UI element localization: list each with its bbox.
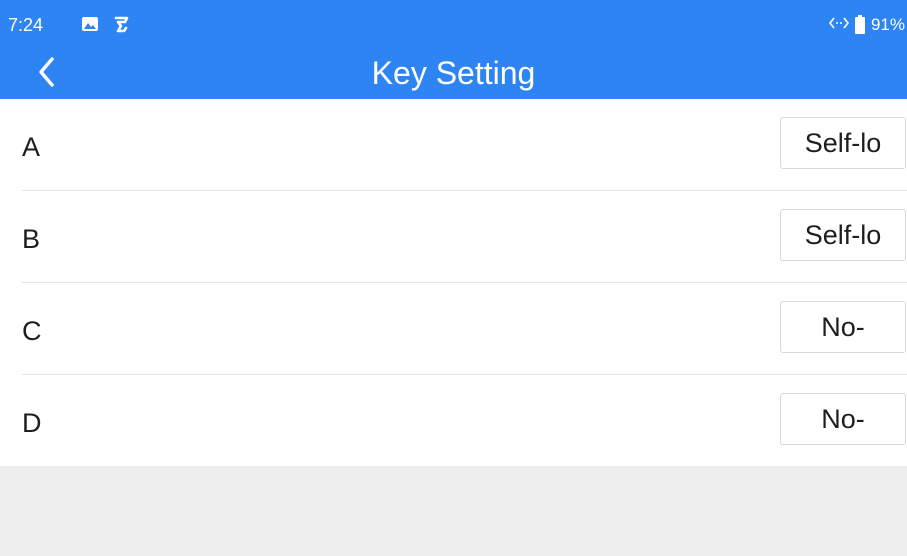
app-s-icon — [110, 14, 130, 34]
key-mode-dropdown-d[interactable]: No- — [780, 393, 906, 445]
status-time: 7:24 — [8, 15, 44, 35]
key-row-b: B Self-lo — [22, 191, 907, 283]
status-bar: 7:24 91% — [0, 0, 907, 46]
key-row-c: C No- — [22, 283, 907, 375]
key-row-d: D No- — [22, 375, 907, 467]
page-title: Key Setting — [371, 55, 536, 91]
key-label: C — [22, 316, 42, 346]
image-icon — [80, 14, 100, 34]
empty-footer-area — [0, 466, 907, 556]
key-label: B — [22, 224, 41, 254]
key-mode-dropdown-c[interactable]: No- — [780, 301, 906, 353]
app-header: 7:24 91% Key Setting — [0, 0, 907, 99]
battery-percentage: 91% — [870, 15, 905, 34]
status-indicators: 91% — [828, 14, 905, 35]
key-label: D — [22, 408, 42, 438]
key-mode-dropdown-a[interactable]: Self-lo — [780, 117, 906, 169]
key-label: A — [22, 132, 41, 162]
data-transfer-icon — [828, 15, 849, 35]
battery-icon — [854, 14, 865, 34]
key-mode-dropdown-b[interactable]: Self-lo — [780, 209, 906, 261]
key-row-a: A Self-lo — [22, 99, 907, 191]
key-setting-list: A Self-lo B Self-lo C No- D No- — [0, 99, 907, 467]
title-bar: Key Setting — [0, 46, 907, 99]
